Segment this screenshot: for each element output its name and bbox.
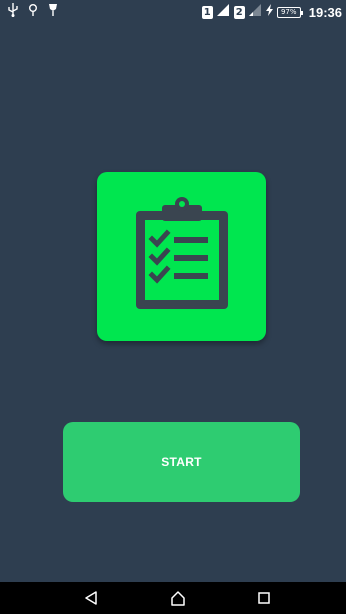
status-clock: 19:36 bbox=[308, 4, 342, 20]
status-bar: 1 2 97% 19:36 bbox=[0, 0, 346, 24]
signal-weak-icon bbox=[248, 3, 262, 21]
status-left-icons bbox=[8, 2, 58, 22]
recents-icon[interactable] bbox=[254, 588, 274, 608]
status-right-icons: 1 2 97% 19:36 bbox=[201, 3, 342, 21]
signal-strength-icon bbox=[216, 3, 230, 21]
usb-icon bbox=[8, 2, 18, 22]
start-button[interactable]: START bbox=[63, 422, 300, 502]
gps-icon bbox=[28, 3, 38, 22]
battery-indicator: 97% bbox=[276, 6, 303, 18]
home-icon[interactable] bbox=[168, 588, 188, 608]
app-screen: 1 2 97% 19:36 START bbox=[0, 0, 346, 614]
notification-icon bbox=[48, 3, 58, 22]
app-icon-tile bbox=[97, 172, 266, 341]
clipboard-checklist-icon bbox=[134, 197, 230, 316]
charging-bolt-icon bbox=[265, 3, 273, 21]
back-icon[interactable] bbox=[81, 588, 101, 608]
sim2-badge: 2 bbox=[233, 5, 245, 19]
sim1-badge: 1 bbox=[201, 5, 213, 19]
navigation-bar bbox=[0, 582, 346, 614]
